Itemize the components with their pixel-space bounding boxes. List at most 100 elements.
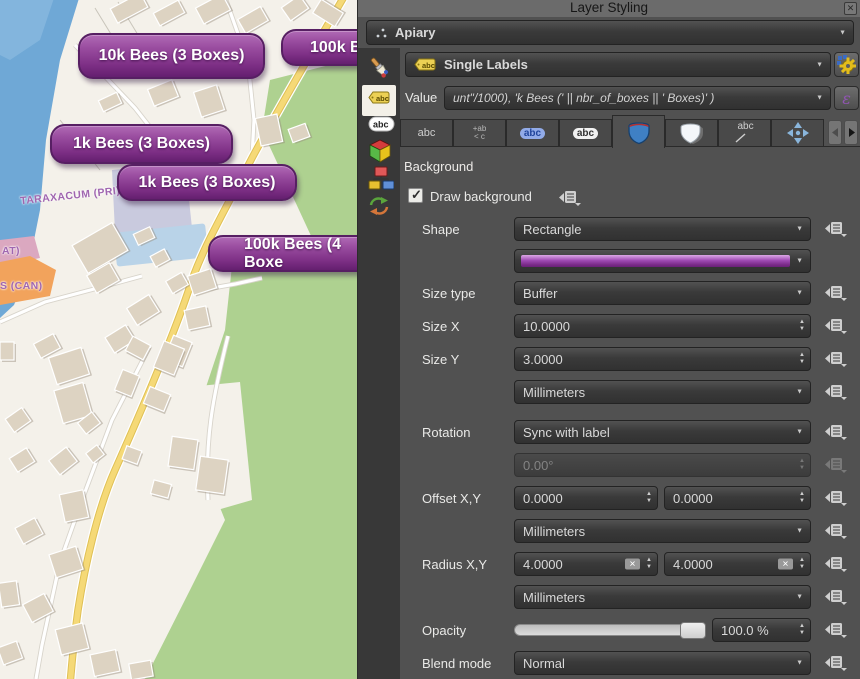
clear-radius-x-icon[interactable] [625, 559, 640, 570]
svg-text:abc: abc [373, 120, 389, 130]
override-size-type-button[interactable] [824, 284, 848, 302]
radius-x-value: 4.0000 [523, 557, 563, 572]
epsilon-icon: ε [842, 89, 851, 108]
rotation-angle-spinbox: 0.00° [514, 453, 811, 477]
override-size-x-button[interactable] [824, 317, 848, 335]
tab-scroll-left-button[interactable] [828, 120, 842, 145]
radius-x-spinbox[interactable]: 4.0000 [514, 552, 658, 576]
styling-toolbar: abc abc [358, 48, 400, 679]
placement-arrows-icon [787, 122, 809, 144]
building [281, 0, 308, 21]
data-defined-override-icon [824, 383, 848, 400]
symbology-brush-icon[interactable] [368, 56, 392, 80]
data-defined-override-icon [824, 489, 848, 506]
history-icon[interactable] [368, 196, 390, 216]
automated-placement-settings-button[interactable] [834, 52, 859, 77]
offset-x-spinbox[interactable]: 0.0000 [514, 486, 658, 510]
scroll-left-icon [832, 128, 839, 137]
diagrams-icon[interactable] [368, 166, 394, 190]
size-x-value: 10.0000 [523, 319, 570, 334]
building [0, 342, 14, 360]
qgis-window: TARAXACUM (PRI) AT) S (CAN) 10k Bees (3 … [0, 0, 860, 679]
opacity-slider[interactable] [514, 624, 706, 636]
override-size-unit-button[interactable] [824, 383, 848, 401]
expression-builder-button[interactable]: ε [834, 86, 859, 110]
data-defined-override-icon [824, 522, 848, 539]
size-x-spinbox[interactable]: 10.0000 [514, 314, 811, 338]
label-callout-100k-bottom: 100k Bees (4 Boxe [208, 235, 357, 272]
mask-abc-icon[interactable]: abc [368, 116, 395, 132]
label-mode-dropdown[interactable]: abc Single Labels [405, 52, 831, 77]
opacity-spinbox[interactable]: 100.0 % [712, 618, 811, 642]
override-size-y-button[interactable] [824, 350, 848, 368]
override-offset-button[interactable] [824, 489, 848, 507]
opacity-value: 100.0 % [721, 623, 769, 638]
blend-mode-dropdown[interactable]: Normal [514, 651, 811, 675]
shape-value: Rectangle [523, 222, 582, 237]
tab-background[interactable] [612, 115, 665, 148]
blend-mode-value: Normal [523, 656, 565, 671]
override-opacity-button[interactable] [824, 621, 848, 639]
building [148, 80, 179, 106]
close-panel-button[interactable]: ✕ [844, 2, 857, 15]
tab-shadow[interactable] [665, 119, 718, 147]
layer-selector-dropdown[interactable]: Apiary [366, 20, 854, 45]
building [5, 408, 31, 433]
tab-formatting[interactable]: +ab < c [453, 119, 506, 147]
tab-placement[interactable] [771, 119, 824, 147]
svg-text:abc: abc [422, 61, 435, 70]
label-callout-100k-top: 100k B [281, 29, 357, 66]
tab-scroll-right-button[interactable] [844, 120, 858, 145]
rotation-mode-dropdown[interactable]: Sync with label [514, 420, 811, 444]
tab-buffer[interactable]: abc [506, 119, 559, 147]
override-draw-background-button[interactable] [558, 189, 582, 207]
draw-background-checkbox[interactable] [408, 188, 423, 203]
clear-radius-y-icon[interactable] [778, 559, 793, 570]
point-layer-icon [375, 27, 389, 39]
offset-unit-dropdown[interactable]: Millimeters [514, 519, 811, 543]
street-label-at: AT) [2, 245, 20, 257]
override-offset-unit-button[interactable] [824, 522, 848, 540]
value-expression-dropdown[interactable]: unt"/1000), 'k Bees (' || nbr_of_boxes |… [444, 86, 831, 110]
override-radius-button[interactable] [824, 555, 848, 573]
label-callout-10k: 10k Bees (3 Boxes) [78, 33, 265, 79]
building [0, 581, 20, 607]
offset-label: Offset X,Y [422, 491, 481, 506]
single-labels-tag-icon: abc [414, 58, 437, 72]
shape-dropdown[interactable]: Rectangle [514, 217, 811, 241]
override-blend-mode-button[interactable] [824, 654, 848, 672]
radius-label: Radius X,Y [422, 557, 487, 572]
draw-background-label: Draw background [430, 189, 532, 204]
override-radius-unit-button[interactable] [824, 588, 848, 606]
scroll-right-icon [848, 128, 855, 137]
offset-x-value: 0.0000 [523, 491, 563, 506]
offset-y-spinbox[interactable]: 0.0000 [664, 486, 811, 510]
override-shape-button[interactable] [824, 220, 848, 238]
size-type-dropdown[interactable]: Buffer [514, 281, 811, 305]
label-callout-1k-b: 1k Bees (3 Boxes) [117, 164, 297, 201]
gear-icon [837, 55, 856, 74]
rotation-label: Rotation [422, 425, 470, 440]
size-unit-dropdown[interactable]: Millimeters [514, 380, 811, 404]
tab-text[interactable]: abc [400, 119, 453, 147]
label-callout-1k-a: 1k Bees (3 Boxes) [50, 124, 233, 164]
data-defined-override-icon [824, 317, 848, 334]
tab-mask[interactable]: abc [559, 119, 612, 147]
label-mode-value: Single Labels [444, 57, 528, 72]
override-rotation-button[interactable] [824, 423, 848, 441]
building [196, 456, 228, 494]
size-type-label: Size type [422, 286, 475, 301]
tab-callouts[interactable]: abc [718, 119, 771, 147]
callout-line-icon [732, 121, 758, 145]
3d-view-cube-icon[interactable] [368, 138, 392, 163]
labels-tag-icon[interactable]: abc [368, 91, 391, 105]
fill-color-dropdown[interactable] [514, 249, 811, 273]
map-canvas[interactable]: TARAXACUM (PRI) AT) S (CAN) 10k Bees (3 … [0, 0, 357, 679]
map-basemap [0, 0, 357, 679]
radius-y-spinbox[interactable]: 4.0000 [664, 552, 811, 576]
size-y-spinbox[interactable]: 3.0000 [514, 347, 811, 371]
radius-unit-dropdown[interactable]: Millimeters [514, 585, 811, 609]
opacity-slider-handle[interactable] [680, 622, 706, 639]
size-type-value: Buffer [523, 286, 557, 301]
size-y-value: 3.0000 [523, 352, 563, 367]
